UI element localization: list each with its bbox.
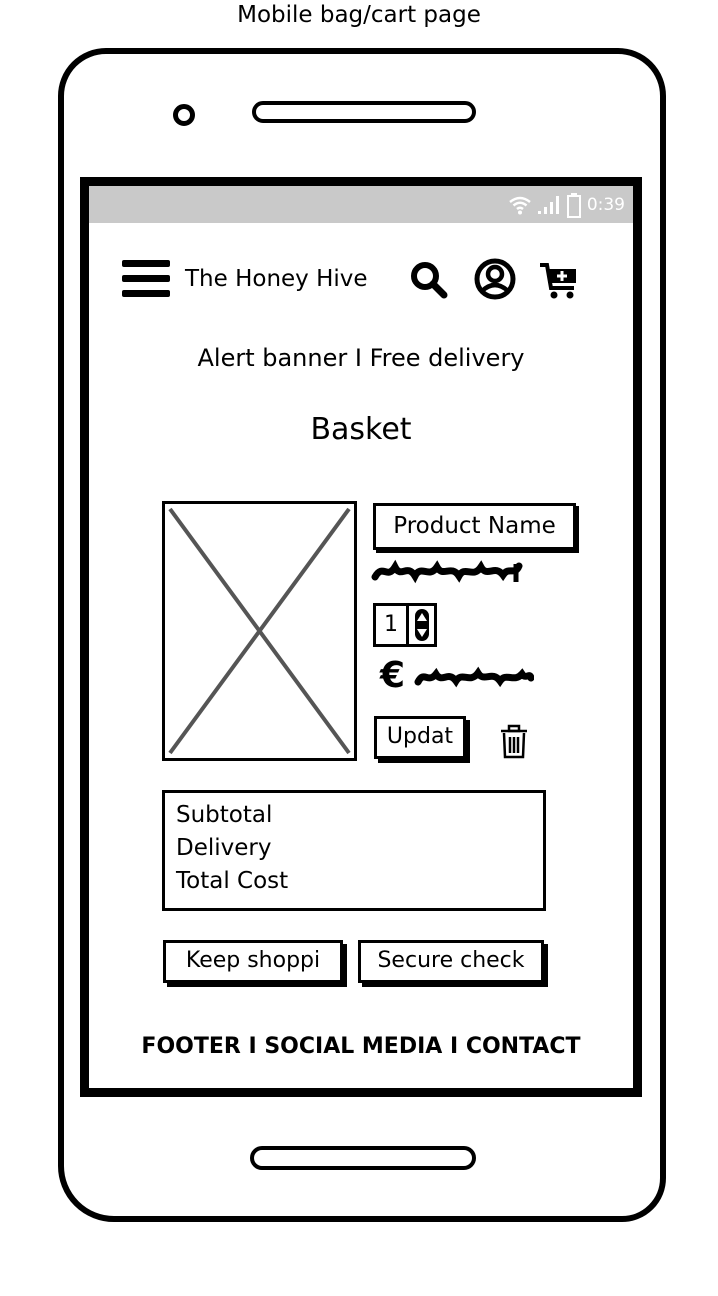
- status-bar: 0:39: [89, 186, 633, 223]
- brand-name[interactable]: The Honey Hive: [185, 264, 368, 294]
- trash-icon[interactable]: [498, 724, 530, 760]
- product-name[interactable]: Product Name: [373, 503, 576, 550]
- status-time: 0:39: [586, 195, 625, 215]
- wifi-icon: [509, 196, 531, 215]
- price-currency: €: [380, 655, 406, 696]
- product-description-scribble: [371, 559, 523, 584]
- quantity-value[interactable]: 1: [373, 603, 409, 647]
- total-cost-label: Total Cost: [176, 868, 289, 894]
- keep-shopping-button[interactable]: Keep shoppi: [163, 940, 343, 983]
- delivery-label: Delivery: [176, 835, 272, 861]
- search-icon[interactable]: [409, 260, 449, 300]
- hamburger-menu-icon[interactable]: [122, 258, 170, 300]
- camera-icon: [173, 104, 195, 126]
- page-title: Basket: [310, 412, 412, 447]
- update-button[interactable]: Updat: [374, 716, 466, 759]
- page-caption: Mobile bag/cart page: [237, 2, 481, 28]
- quantity-stepper[interactable]: 1: [373, 603, 438, 647]
- home-button[interactable]: [250, 1146, 476, 1170]
- quantity-spinner-icon[interactable]: [409, 603, 437, 647]
- phone-screen: 0:39 The Honey Hive Alert banner I Free …: [80, 177, 642, 1097]
- signal-icon: [537, 196, 559, 214]
- footer: FOOTER I SOCIAL MEDIA I CONTACT: [141, 1034, 581, 1059]
- order-summary: Subtotal Delivery Total Cost: [162, 790, 546, 911]
- price-scribble: [414, 666, 534, 688]
- subtotal-label: Subtotal: [176, 802, 273, 828]
- image-placeholder: [162, 501, 357, 761]
- account-icon[interactable]: [473, 257, 517, 301]
- battery-icon: [566, 193, 581, 218]
- secure-checkout-button[interactable]: Secure check: [358, 940, 544, 983]
- cart-plus-icon[interactable]: [538, 260, 582, 302]
- speaker-grille: [252, 101, 476, 123]
- alert-banner: Alert banner I Free delivery: [197, 344, 525, 372]
